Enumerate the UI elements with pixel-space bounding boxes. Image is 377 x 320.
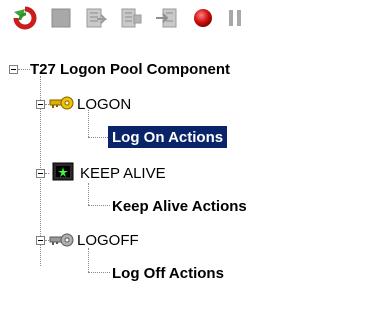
export-list-icon [83,7,108,34]
stop-button[interactable] [46,6,76,34]
tree-connector [88,183,90,205]
tree-root-label[interactable]: T27 Logon Pool Component [30,58,230,80]
refresh-icon [12,6,38,35]
tree-connector [45,173,49,175]
logoff-collapse-toggle[interactable] [36,236,45,245]
key-gray-icon [48,232,74,252]
logon-collapse-toggle[interactable] [36,100,45,109]
refresh-button[interactable] [10,6,40,34]
keep-alive-collapse-toggle[interactable] [36,169,45,178]
selected-highlight: Log On Actions [108,126,228,148]
tree-connector [88,137,110,139]
step-button[interactable] [152,6,182,34]
record-icon [192,7,214,34]
import-list-icon [119,7,143,34]
tree-connector [88,272,110,274]
step-into-icon [155,7,179,34]
tree-connector [18,69,30,71]
tree-node-logon[interactable]: LOGON [77,93,131,115]
import-button[interactable] [116,6,146,34]
tree-leaf-keep-alive-actions[interactable]: Keep Alive Actions [112,195,247,217]
tree-connector [88,205,110,207]
tree-node-keep-alive[interactable]: KEEP ALIVE [80,162,166,184]
stop-square-icon [50,7,72,34]
monitor-icon [52,162,74,186]
tree-node-logoff[interactable]: LOGOFF [77,229,139,251]
export-button[interactable] [80,6,110,34]
tree-connector [88,248,90,272]
record-button[interactable] [188,6,218,34]
tree-leaf-log-on-actions[interactable]: Log On Actions [108,126,228,148]
component-tree: T27 Logon Pool Component LOGON Log On Ac… [0,52,377,320]
tree-connector [88,110,90,137]
key-icon [48,95,74,115]
tree-leaf-log-off-actions[interactable]: Log Off Actions [112,262,224,284]
pause-button[interactable] [220,6,250,34]
root-collapse-toggle[interactable] [9,65,18,74]
pause-icon [224,7,246,34]
toolbar [0,0,377,46]
